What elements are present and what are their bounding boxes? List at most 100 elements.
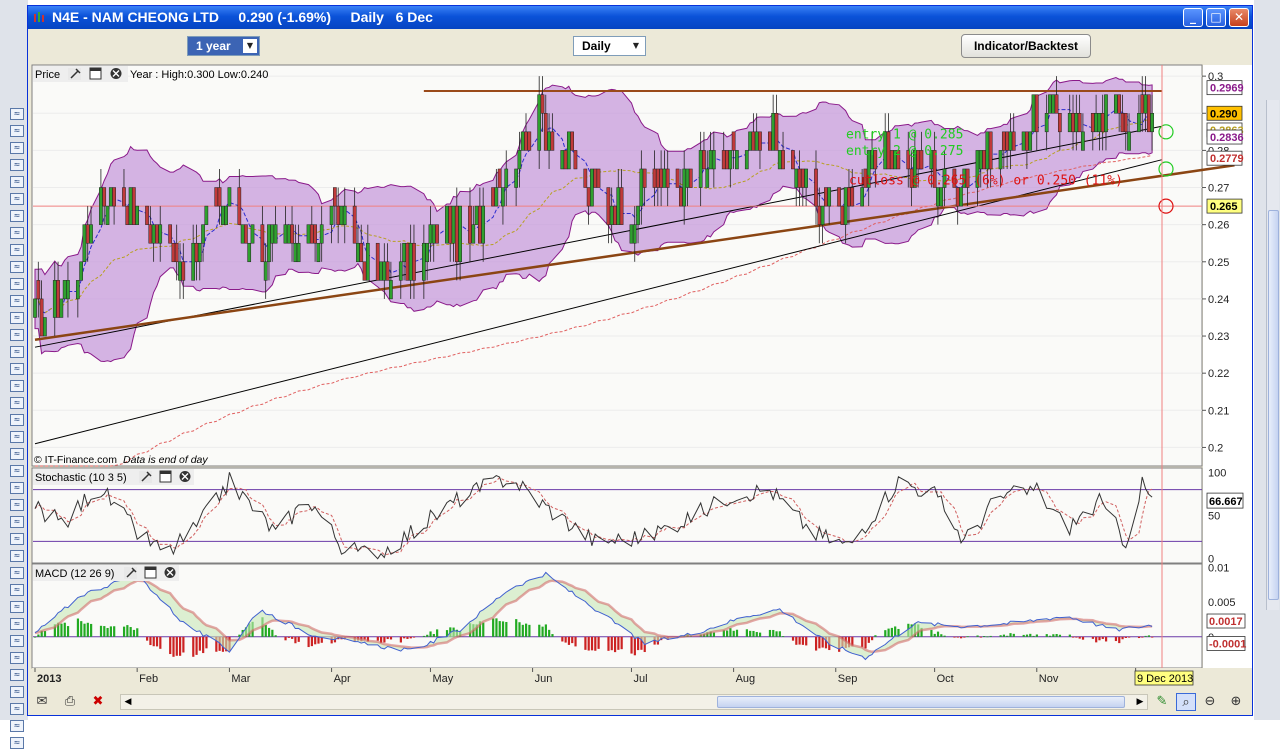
candle-2013-10-03 [939,187,944,207]
watchlist-chart-icon[interactable]: ≈ [10,567,24,579]
watchlist-chart-icon[interactable]: ≈ [10,193,24,205]
watchlist-chart-icon[interactable]: ≈ [10,533,24,545]
left-toolbar-strip: ≈ ≈ ≈ ≈ ≈ ≈ ≈ ≈ ≈ ≈ ≈ ≈ ≈ ≈ ≈ ≈ ≈ ≈ ≈ ≈ ≈ ≈ ≈ ≈ ≈ ≈ ≈ ≈ ≈ ≈ ≈ ≈ ≈ ≈ ≈ ≈ ≈ ≈ [0,0,28,749]
watchlist-chart-icon[interactable]: ≈ [10,737,24,749]
watchlist-chart-icon[interactable]: ≈ [10,159,24,171]
macd-hist-bar [284,636,287,641]
watchlist-chart-icon[interactable]: ≈ [10,618,24,630]
month-label-7: Aug [736,673,756,685]
draw-tool-icon[interactable]: ✎ [1152,693,1172,711]
candle-2013-02-28 [224,205,228,225]
macd-hist-bar [195,636,198,655]
watchlist-chart-icon[interactable]: ≈ [10,584,24,596]
candle-2013-06-04 [540,94,545,114]
stochastic-label: Stochastic (10 3 5) [35,472,127,484]
macd-hist-bar [607,636,610,651]
print-icon[interactable]: ⎙ [60,693,80,711]
watchlist-chart-icon[interactable]: ≈ [10,227,24,239]
watchlist-chart-icon[interactable]: ≈ [10,312,24,324]
candle-2013-05-03 [435,224,439,244]
close-icon[interactable] [164,567,176,578]
candle-2013-04-25 [408,242,413,281]
price-tick-label: 0.27 [1208,183,1229,195]
candle-2013-06-27 [616,187,621,225]
scroll-left-icon[interactable]: ◀ [121,695,135,709]
watchlist-chart-icon[interactable]: ≈ [10,278,24,290]
candle-2013-01-08 [56,280,60,318]
watchlist-chart-icon[interactable]: ≈ [10,295,24,307]
vertical-scrollbar-thumb[interactable] [1268,210,1279,600]
macd-hist-bar [271,629,274,637]
candle-2013-01-25 [112,187,116,207]
candle-2013-09-05 [847,187,851,207]
zoom-out-icon[interactable]: ⊖ [1200,693,1220,711]
macd-hist-bar [307,636,310,648]
window-icon[interactable] [144,566,157,579]
candle-2013-11-08 [1057,113,1062,133]
delete-chart-icon[interactable]: ✖ [88,693,108,711]
macd-hist-bar [525,623,528,637]
watchlist-chart-icon[interactable]: ≈ [10,720,24,732]
watchlist-chart-icon[interactable]: ≈ [10,125,24,137]
watchlist-chart-icon[interactable]: ≈ [10,261,24,273]
watchlist-chart-icon[interactable]: ≈ [10,346,24,358]
wrench-icon[interactable] [124,567,137,579]
watchlist-chart-icon[interactable]: ≈ [10,380,24,392]
watchlist-chart-icon[interactable]: ≈ [10,448,24,460]
macd-hist-bar [80,621,83,637]
candle-2013-04-01 [329,205,334,225]
watchlist-chart-icon[interactable]: ≈ [10,431,24,443]
candle-2013-07-04 [639,168,644,207]
close-icon[interactable] [179,471,191,482]
watchlist-chart-icon[interactable]: ≈ [10,669,24,681]
candle-2013-03-25 [306,224,311,244]
chart-area[interactable]: 0.20.210.220.230.240.250.260.270.280.290… [28,6,1252,689]
watchlist-chart-icon[interactable]: ≈ [10,703,24,715]
zoom-in-icon[interactable]: ⊕ [1226,693,1246,711]
window-icon[interactable] [89,67,102,80]
macd-hist-bar [498,621,501,637]
candle-2013-08-20 [794,168,799,188]
candle-2013-06-10 [560,150,565,170]
watchlist-chart-icon[interactable]: ≈ [10,363,24,375]
watchlist-chart-icon[interactable]: ≈ [10,686,24,698]
candle-2013-11-21 [1100,113,1105,133]
watchlist-chart-icon[interactable]: ≈ [10,244,24,256]
watchlist-chart-icon[interactable]: ≈ [10,550,24,562]
watchlist-chart-icon[interactable]: ≈ [10,652,24,664]
watchlist-chart-icon[interactable]: ≈ [10,482,24,494]
scrollbar-thumb[interactable] [717,696,1125,708]
macd-hist-bar [884,630,887,637]
watchlist-chart-icon[interactable]: ≈ [10,176,24,188]
wrench-icon[interactable] [139,471,152,483]
watchlist-chart-icon[interactable]: ≈ [10,516,24,528]
macd-hist-bar [959,636,963,639]
window-icon[interactable] [159,470,172,483]
candle-2013-08-16 [781,150,785,170]
watchlist-chart-icon[interactable]: ≈ [10,635,24,647]
watchlist-chart-icon[interactable]: ≈ [10,108,24,120]
vertical-scrollbar[interactable] [1266,100,1279,610]
watchlist-chart-icon[interactable]: ≈ [10,329,24,341]
close-icon[interactable] [110,68,122,79]
watchlist-chart-icon[interactable]: ≈ [10,397,24,409]
macd-hist-bar [871,636,874,641]
candle-2013-01-29 [125,205,130,225]
email-icon[interactable]: ✉ [32,693,52,711]
watchlist-chart-icon[interactable]: ≈ [10,142,24,154]
macd-hist-bar [103,626,106,637]
horizontal-scrollbar[interactable]: ◀ ▶ [120,694,1148,710]
watchlist-chart-icon[interactable]: ≈ [10,601,24,613]
watchlist-chart-icon[interactable]: ≈ [10,414,24,426]
candle-2013-08-29 [824,187,828,207]
candle-2013-01-23 [105,205,110,225]
watchlist-chart-icon[interactable]: ≈ [10,499,24,511]
watchlist-chart-icon[interactable]: ≈ [10,210,24,222]
watchlist-chart-icon[interactable]: ≈ [10,465,24,477]
scroll-right-icon[interactable]: ▶ [1133,695,1147,709]
candle-2013-07-26 [711,150,716,170]
month-label-5: Jun [535,673,553,685]
zoom-select-icon[interactable]: ⌕ [1176,693,1196,711]
macd-hist-bar [297,636,300,642]
wrench-icon[interactable] [68,68,81,80]
